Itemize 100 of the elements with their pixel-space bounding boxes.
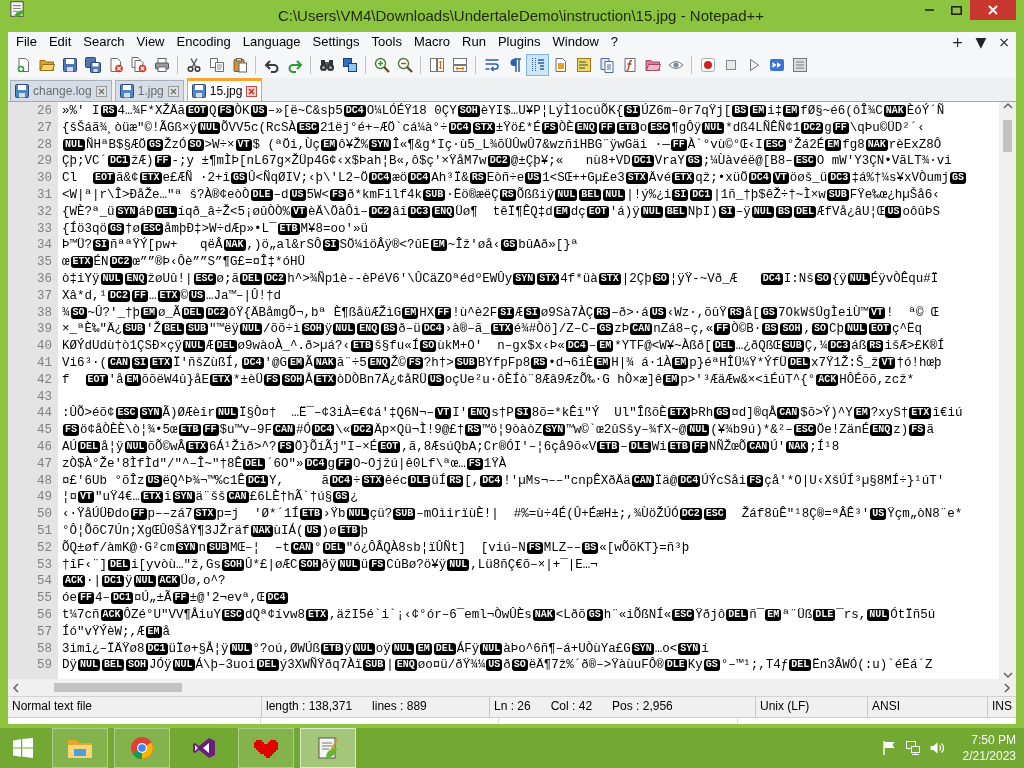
control-char-label: DC2 <box>205 306 228 319</box>
close-button[interactable] <box>970 0 1016 20</box>
code-text: ÆfVå¿âU¦Œ <box>816 204 885 219</box>
taskbar-button[interactable] <box>238 728 294 768</box>
menu-item[interactable]: Language <box>236 32 307 52</box>
code-text: AÚ <box>62 439 77 454</box>
code-text: HX <box>419 305 435 320</box>
line-number: 40 <box>36 338 52 355</box>
control-char-label: CAN <box>630 323 653 336</box>
control-char-label: GS <box>586 608 603 621</box>
control-char-label: ETB <box>300 508 323 521</box>
flag-icon <box>880 740 897 756</box>
code-text: qž;•xüÖ <box>695 171 748 186</box>
code-text: zÒ$À°Že'8ÌfÌd"/"^–Î~"†8Ê <box>62 456 243 471</box>
flag-button[interactable] <box>880 740 897 756</box>
code-text: ôŸ{ÄBåmgÕ¬,bª È¶ßåüÆŽìG <box>228 305 402 320</box>
close-icon[interactable] <box>167 85 179 97</box>
control-char-label: DC1 <box>108 155 131 168</box>
menu-item[interactable]: Run <box>456 32 492 52</box>
code-text: ¤d]®qÅ <box>731 406 777 421</box>
menu-item[interactable]: Search <box>77 32 131 52</box>
scroll-up-icon[interactable] <box>1002 102 1013 110</box>
control-char-label: NAK <box>223 239 246 252</box>
menu-item[interactable]: File <box>10 32 43 52</box>
code-text: Ÿçm„òN8¨e* <box>887 507 963 522</box>
taskbar-button[interactable] <box>300 728 356 768</box>
code-text: , <box>803 322 811 337</box>
code-text: ÕQ±øf/àmK@·G²cm <box>62 540 175 555</box>
control-char-label: FS <box>63 424 79 437</box>
code-text: êéc <box>384 473 408 488</box>
menu-bar-button[interactable]: × <box>992 32 1016 52</box>
control-char-label: DC3 <box>828 172 851 185</box>
menu-item[interactable]: Encoding <box>170 32 237 52</box>
file-tab[interactable]: change.log <box>10 80 112 101</box>
control-char-label: SYN <box>631 642 654 655</box>
control-char-label: ETX <box>150 356 173 369</box>
code-text: œ””®Þ‹Ôè””S”¶G£=¤Î‡*óHÜ <box>132 255 306 270</box>
control-char-label: ESC <box>672 608 695 621</box>
code-text: t¼7cñ <box>62 607 100 622</box>
speaker-button[interactable] <box>928 740 945 756</box>
menu-bar-button[interactable]: + <box>945 32 970 52</box>
control-char-label: US <box>525 172 542 185</box>
control-char-label: SYN <box>513 272 536 285</box>
code-text: Á\þ–3uoi <box>195 658 256 673</box>
code-text: HÔÉõõ,zcž* <box>839 372 915 387</box>
control-char-label: SUB <box>186 323 209 336</box>
code-text: À`°vù©°Œ‹I <box>687 137 763 152</box>
control-char-label: FF <box>132 289 149 302</box>
control-char-label: NAK <box>250 524 273 537</box>
code-text: ¦¤ <box>62 490 77 505</box>
menu-item[interactable]: Settings <box>306 32 366 52</box>
control-char-label: STX <box>193 508 216 521</box>
code-text: zÞ <box>614 322 630 337</box>
code-text: ,)ö„al&rSÔ <box>246 238 322 253</box>
code-text: °Ô¦ÕõC7Ún;XgŒÛ0ŠåŸ¶3JŽräf <box>62 523 250 538</box>
menu-item[interactable]: Window <box>546 32 605 52</box>
control-char-label: NUL <box>480 642 503 655</box>
scroll-down-icon[interactable] <box>1002 671 1013 679</box>
control-char-label: DC4 <box>343 105 366 117</box>
control-char-label: NUL <box>240 323 263 336</box>
code-text: Ž© <box>390 355 406 370</box>
close-icon[interactable] <box>246 85 258 97</box>
code-text: ¤Ú„±Ã <box>134 591 172 606</box>
menu-item[interactable]: Edit <box>42 32 78 52</box>
code-text: Ï'ñšZùßÍ, <box>173 355 241 370</box>
code-text: MŒ–¦ –t <box>230 540 291 555</box>
control-char-label: SO <box>420 340 437 353</box>
menu-bar-button[interactable]: ▼ <box>969 32 993 52</box>
code-text: (¥¾b9ú)*&²– <box>710 423 793 438</box>
code-text: fØ§~é6(ôÎ¾C <box>800 104 883 118</box>
control-char-label: SOH <box>457 105 480 117</box>
menu-item[interactable]: View <box>130 32 171 52</box>
indent-guide-button[interactable] <box>526 54 549 76</box>
scroll-right-icon[interactable] <box>1003 682 1011 693</box>
network-button[interactable] <box>904 740 921 756</box>
file-tab[interactable]: 15.jpg <box>186 78 263 101</box>
control-char-label: DEL <box>726 608 749 621</box>
control-char-label: SUB <box>393 508 416 521</box>
control-char-label: STX <box>361 474 384 487</box>
scrollbar-thumb[interactable] <box>1003 120 1012 152</box>
file-tab[interactable]: 1.jpg <box>114 80 184 101</box>
control-char-label: CAN <box>631 474 654 487</box>
menu-item[interactable]: Plugins <box>491 32 547 52</box>
scroll-left-icon[interactable] <box>12 682 20 693</box>
menu-item[interactable]: ? <box>604 32 625 52</box>
code-text: ?h†> <box>423 355 454 370</box>
scrollbar-thumb[interactable] <box>54 683 182 692</box>
control-char-label: ETX <box>70 256 93 269</box>
control-char-label: RS <box>447 474 464 487</box>
status-text: ANSI <box>872 698 900 715</box>
replace-icon <box>341 57 358 73</box>
code-text: <W|ª|r\Î>ÐåŽe…"ª š?À®¢eòÒ <box>62 188 250 202</box>
menu-item[interactable]: Macro <box>407 32 457 52</box>
menu-item[interactable]: Tools <box>365 32 408 52</box>
line-number: 27 <box>36 119 52 137</box>
control-char-label: SUB <box>123 323 146 336</box>
code-text: ä¨šš <box>195 490 226 505</box>
control-char-label: SUB <box>363 659 386 672</box>
close-icon[interactable] <box>95 85 107 97</box>
control-char-label: SYN <box>175 541 198 554</box>
